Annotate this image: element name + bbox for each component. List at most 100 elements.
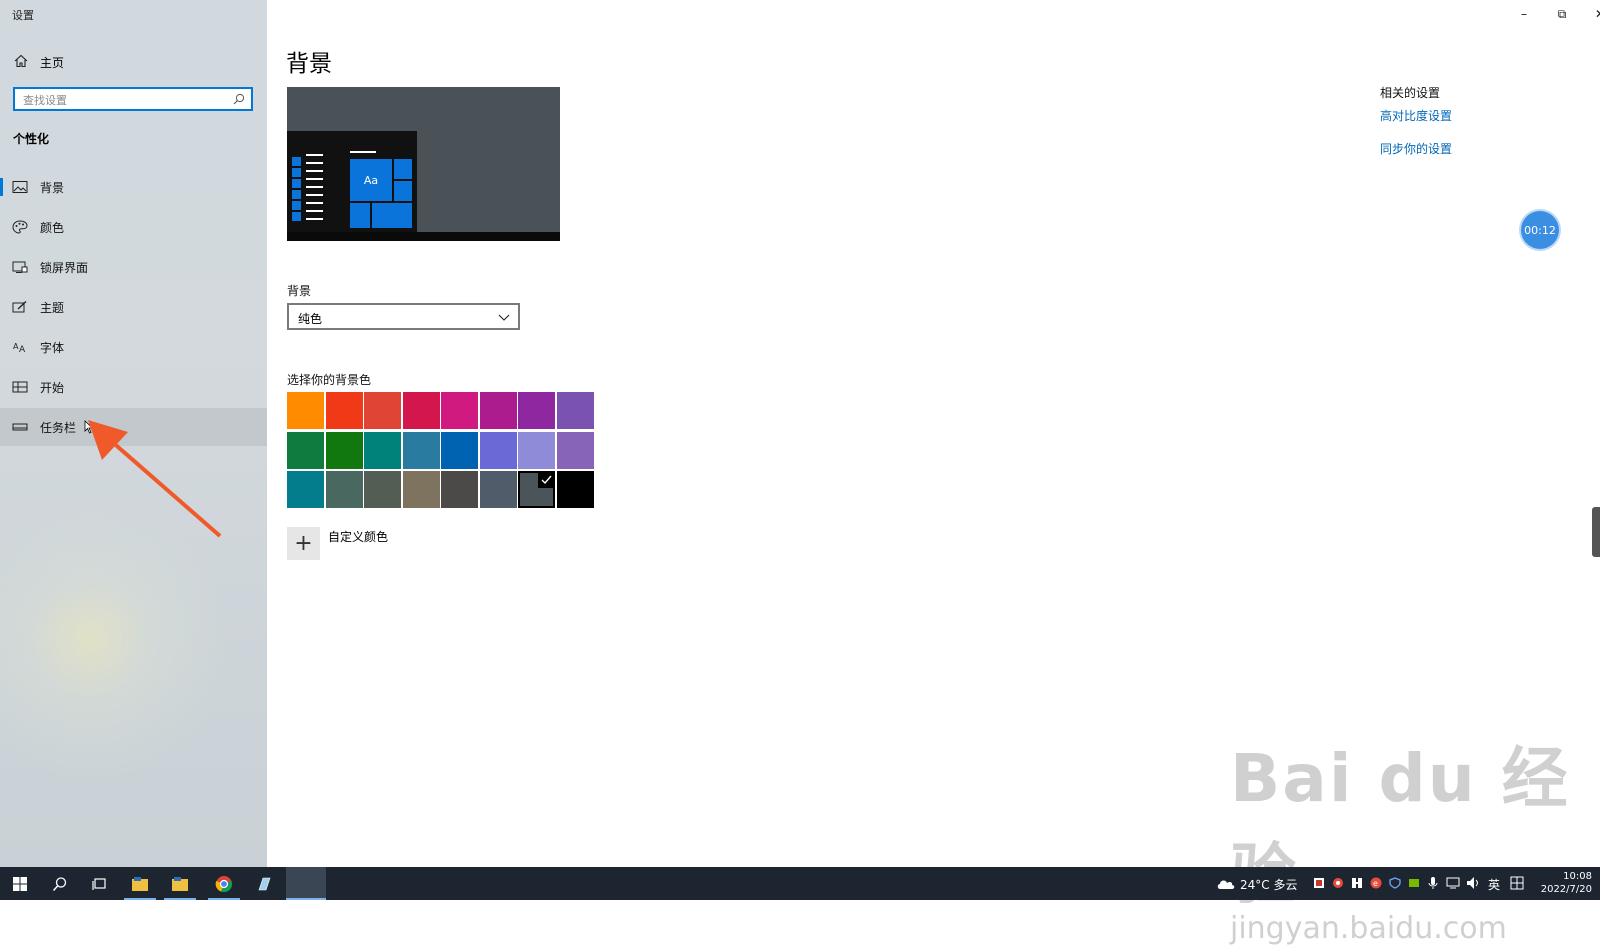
sidebar-item-home[interactable]: 主页 [0,46,267,76]
section-title: 个性化 [13,132,50,146]
theme-brush-icon [12,300,27,313]
volume-icon[interactable] [1466,876,1480,890]
restore-button[interactable]: ⧉ [1542,4,1582,24]
recording-timer-badge[interactable]: 00:12 [1521,211,1559,249]
sidebar-item-label: 颜色 [40,221,65,235]
background-type-dropdown[interactable]: 纯色 [287,303,520,330]
taskbar-search-button[interactable] [40,867,80,900]
shield-tray-icon[interactable] [1313,877,1325,889]
color-swatch[interactable] [518,431,555,469]
background-type-label: 背景 [287,284,312,298]
sync-settings-link[interactable]: 同步你的设置 [1380,140,1452,157]
color-swatch[interactable] [479,392,517,429]
color-swatch[interactable] [287,431,324,469]
color-swatch[interactable] [402,471,440,508]
preview-tile [394,159,412,179]
color-swatch[interactable] [364,471,401,508]
nvidia-tray-icon[interactable] [1408,877,1420,889]
weather-text[interactable]: 24°C 多云 [1240,876,1297,893]
high-contrast-link[interactable]: 高对比度设置 [1380,107,1452,124]
windows-logo-icon [13,876,27,891]
color-swatch[interactable] [325,392,363,429]
svg-text:e: e [1373,879,1378,888]
clock[interactable]: 10:08 2022/7/20 [1541,870,1592,896]
search-input[interactable] [15,90,223,111]
input-method-indicator[interactable]: 英 [1488,876,1500,893]
preview-square [292,157,301,166]
microphone-icon[interactable] [1428,876,1438,890]
color-swatch[interactable] [364,392,401,429]
color-swatch[interactable] [556,392,594,429]
flower-tray-icon[interactable] [1332,877,1344,889]
task-view-icon [92,877,106,890]
color-swatch[interactable] [441,392,478,429]
task-view-button[interactable] [80,867,120,900]
dropdown-value: 纯色 [298,312,323,326]
sidebar-item-colors[interactable]: 颜色 [0,208,267,246]
color-swatch[interactable] [287,392,324,429]
clock-date: 2022/7/20 [1540,884,1592,895]
sidebar-item-label: 背景 [40,181,65,195]
antivirus-tray-icon[interactable]: e [1370,877,1382,889]
color-swatch[interactable] [556,431,594,469]
watermark: Bai du 经验 jingyan.baidu.com [1230,725,1600,946]
preview-taskbar [287,232,560,241]
grid-tray-icon[interactable] [1351,877,1363,889]
app-title: 设置 [12,9,34,22]
plus-icon: + [294,531,313,556]
sidebar-item-themes[interactable]: 主题 [0,288,267,326]
taskbar-app-explorer-2[interactable] [160,867,200,900]
preview-line [306,170,323,172]
sidebar-item-fonts[interactable]: A A 字体 [0,328,267,366]
color-swatch[interactable] [441,431,478,469]
background-preview: Aa [287,87,560,241]
preview-line [306,178,323,180]
lock-screen-icon [12,261,28,273]
svg-text:A: A [19,345,26,354]
mouse-cursor-icon [84,420,94,434]
cloud-icon [1217,880,1235,889]
preview-square [292,179,301,188]
color-swatch[interactable] [325,431,363,469]
clock-time: 10:08 [1563,871,1592,882]
taskbar-app-chrome[interactable] [204,867,244,900]
close-button[interactable]: ✕ [1580,4,1600,24]
start-icon [12,381,28,393]
taskbar-app-explorer[interactable] [120,867,160,900]
preview-square [292,168,301,177]
color-swatch[interactable] [402,431,440,469]
color-swatch[interactable] [364,431,401,469]
search-icon[interactable] [233,93,245,105]
color-swatch[interactable] [441,471,478,508]
minimize-button[interactable]: – [1504,4,1544,24]
taskbar-app-settings[interactable] [286,867,326,900]
sidebar-item-lock-screen[interactable]: 锁屏界面 [0,248,267,286]
color-swatch[interactable] [556,471,594,508]
preview-line [306,202,323,204]
color-swatch[interactable] [325,471,363,508]
preview-line [306,218,323,220]
search-box[interactable] [13,87,253,111]
network-icon[interactable] [1446,876,1460,890]
sidebar-item-taskbar[interactable]: 任务栏 [0,408,267,446]
preview-line [306,210,323,212]
preview-line [306,194,323,196]
color-swatch[interactable] [479,471,517,508]
related-settings-title: 相关的设置 [1380,86,1441,100]
sidebar-item-label: 主页 [40,56,65,70]
sidebar-item-background[interactable]: 背景 [0,168,267,206]
custom-color-button[interactable]: + [287,527,320,560]
color-swatch[interactable] [402,392,440,429]
color-swatch[interactable] [479,431,517,469]
sidebar-item-start[interactable]: 开始 [0,368,267,406]
start-button[interactable] [0,867,40,900]
notes-app-icon [258,877,271,890]
scrollbar-handle[interactable] [1592,507,1600,557]
color-swatch[interactable] [518,392,555,429]
chevron-down-icon [498,314,510,321]
color-swatch[interactable] [287,471,324,508]
taskbar-app-notes[interactable] [244,867,284,900]
color-swatch[interactable] [518,471,555,508]
ime-grid-icon[interactable] [1510,876,1524,890]
security-shield-icon[interactable] [1389,877,1401,889]
